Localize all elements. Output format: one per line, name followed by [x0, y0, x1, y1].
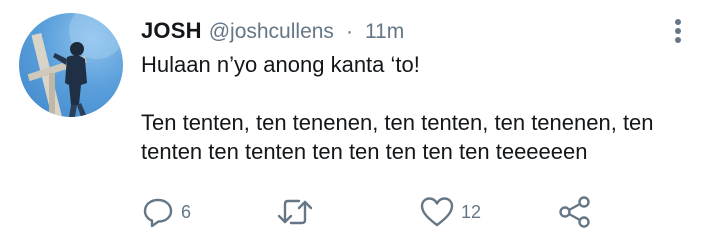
tweet-text: Hulaan n’yo anong kanta ‘to! Ten tenten,… [141, 50, 701, 166]
heart-icon [420, 197, 454, 227]
tweet-card[interactable]: JOSH @joshcullens · 11m Hulaan n’yo anon… [0, 0, 720, 248]
like-button[interactable]: 12 [419, 192, 481, 232]
separator-dot: · [345, 20, 353, 43]
retweet-button[interactable] [276, 192, 320, 232]
reply-count: 6 [181, 201, 192, 222]
tweet-text-line: Hulaan n’yo anong kanta ‘to! [141, 52, 420, 77]
tweet-header: JOSH @joshcullens · 11m [141, 18, 404, 48]
timestamp[interactable]: 11m [365, 20, 404, 44]
reply-button[interactable]: 6 [141, 192, 191, 232]
tweet-text-line: Ten tenten, ten tenenen, ten tenten, ten… [141, 110, 654, 164]
avatar[interactable] [19, 13, 123, 117]
avatar-photo [27, 13, 123, 117]
user-handle[interactable]: @joshcullens [209, 20, 334, 44]
display-name[interactable]: JOSH [141, 18, 202, 44]
more-options-button[interactable] [666, 14, 690, 48]
more-vertical-icon [675, 19, 681, 43]
reply-icon [143, 198, 173, 228]
share-icon [559, 196, 590, 228]
like-count: 12 [461, 201, 482, 222]
tweet-actions: 6 12 [141, 192, 611, 232]
retweet-icon [277, 199, 313, 225]
share-button[interactable] [557, 192, 593, 232]
